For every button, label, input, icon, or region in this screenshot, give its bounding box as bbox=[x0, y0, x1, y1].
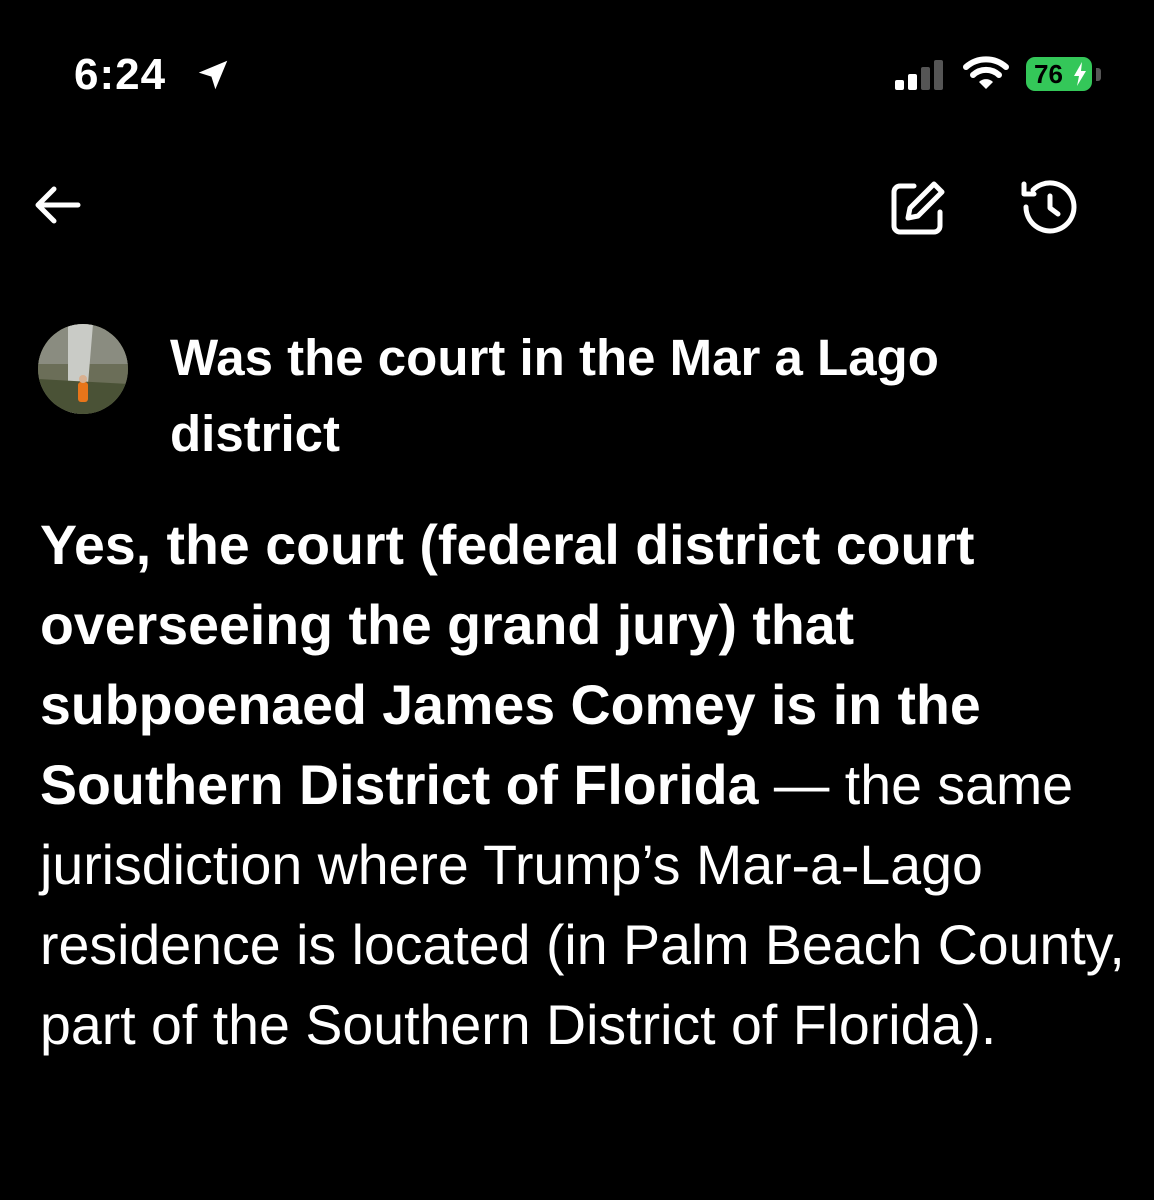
back-button[interactable] bbox=[28, 178, 86, 232]
status-time: 6:24 bbox=[74, 50, 167, 99]
battery-cap bbox=[1096, 68, 1101, 81]
status-bar: 6:24 76 bbox=[0, 0, 1154, 140]
history-button[interactable] bbox=[1016, 176, 1082, 238]
arrow-left-icon bbox=[35, 186, 81, 224]
wifi-icon bbox=[963, 56, 1009, 89]
battery-icon: 76 bbox=[1026, 57, 1092, 91]
edit-button[interactable] bbox=[884, 176, 950, 238]
user-avatar bbox=[38, 324, 128, 414]
assistant-answer: Yes, the court (federal district court o… bbox=[40, 505, 1140, 1065]
avatar-photo bbox=[38, 324, 128, 414]
pencil-square-icon bbox=[891, 181, 945, 235]
location-arrow-icon bbox=[198, 60, 228, 90]
cellular-signal-icon bbox=[895, 60, 943, 90]
charging-bolt-icon bbox=[1074, 62, 1086, 86]
history-clock-icon bbox=[1021, 180, 1077, 234]
user-question: Was the court in the Mar a Lago district bbox=[170, 329, 939, 462]
battery-level: 76 bbox=[1034, 59, 1063, 89]
